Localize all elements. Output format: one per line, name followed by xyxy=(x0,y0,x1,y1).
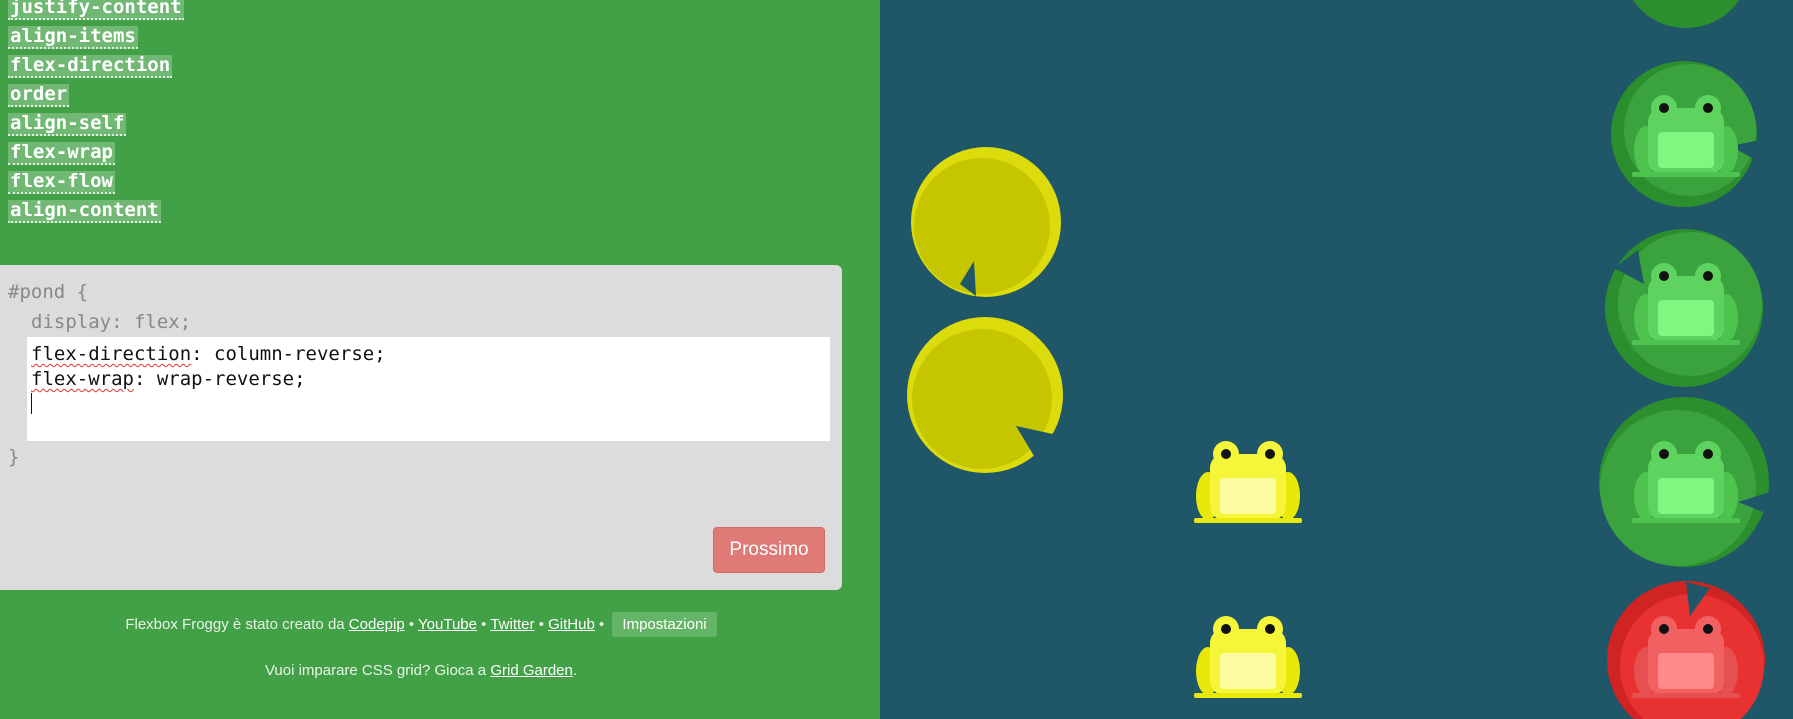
footer-credits-text: Flexbox Froggy è stato creato da xyxy=(125,616,345,633)
footer-grid-garden: Vuoi imparare CSS grid? Gioca a Grid Gar… xyxy=(0,662,842,679)
input-line-2: flex-wrap: wrap-reverse; xyxy=(31,368,306,390)
property-flex-direction[interactable]: flex-direction xyxy=(8,55,173,78)
footer-credits: Flexbox Froggy è stato creato da Codepip… xyxy=(0,612,842,637)
yellow-lilypad xyxy=(911,147,1061,297)
input-line-1: flex-direction: column-reverse; xyxy=(31,343,386,365)
link-twitter[interactable]: Twitter xyxy=(490,616,534,633)
yellow-lilypad xyxy=(907,317,1063,473)
input-line-2-value: wrap-reverse; xyxy=(156,368,306,390)
red-frog xyxy=(1632,616,1740,698)
separator: • xyxy=(538,616,544,633)
yellow-frog xyxy=(1194,616,1302,698)
pond-board xyxy=(880,0,1793,719)
grid-garden-text: Vuoi imparare CSS grid? Gioca a xyxy=(264,662,487,679)
link-github[interactable]: GitHub xyxy=(548,616,595,633)
property-list: justify-content align-items flex-directi… xyxy=(8,0,184,229)
green-lilypad xyxy=(1632,0,1740,28)
instructions-panel: justify-content align-items flex-directi… xyxy=(0,0,880,719)
property-align-items[interactable]: align-items xyxy=(8,26,138,49)
property-order[interactable]: order xyxy=(8,84,70,107)
css-code-input[interactable]: flex-direction: column-reverse; flex-wra… xyxy=(27,337,830,441)
code-open-line: #pond { xyxy=(8,281,89,303)
property-align-content[interactable]: align-content xyxy=(8,200,161,223)
grid-garden-suffix: . xyxy=(572,662,578,679)
property-align-self[interactable]: align-self xyxy=(8,113,127,136)
settings-button[interactable]: Impostazioni xyxy=(612,612,717,637)
property-flex-flow[interactable]: flex-flow xyxy=(8,171,115,194)
link-codepip[interactable]: Codepip xyxy=(349,616,405,633)
green-frog xyxy=(1632,263,1740,345)
code-display-line: display: flex; xyxy=(31,311,192,333)
link-grid-garden[interactable]: Grid Garden xyxy=(490,662,573,679)
input-line-1-property: flex-direction xyxy=(31,343,192,365)
yellow-frog xyxy=(1194,441,1302,523)
css-editor: #pond { display: flex; flex-direction: c… xyxy=(0,265,842,590)
next-button[interactable]: Prossimo xyxy=(713,527,825,573)
green-frog xyxy=(1632,441,1740,523)
separator: • xyxy=(481,616,487,633)
code-close-line: } xyxy=(8,446,20,468)
separator: • xyxy=(598,616,605,633)
property-justify-content[interactable]: justify-content xyxy=(8,0,184,20)
input-line-2-property: flex-wrap xyxy=(31,368,134,390)
green-frog xyxy=(1632,95,1740,177)
separator: • xyxy=(408,616,415,633)
link-youtube[interactable]: YouTube xyxy=(418,616,477,633)
text-caret xyxy=(31,393,32,414)
property-flex-wrap[interactable]: flex-wrap xyxy=(8,142,115,165)
input-line-1-value: column-reverse; xyxy=(214,343,386,365)
